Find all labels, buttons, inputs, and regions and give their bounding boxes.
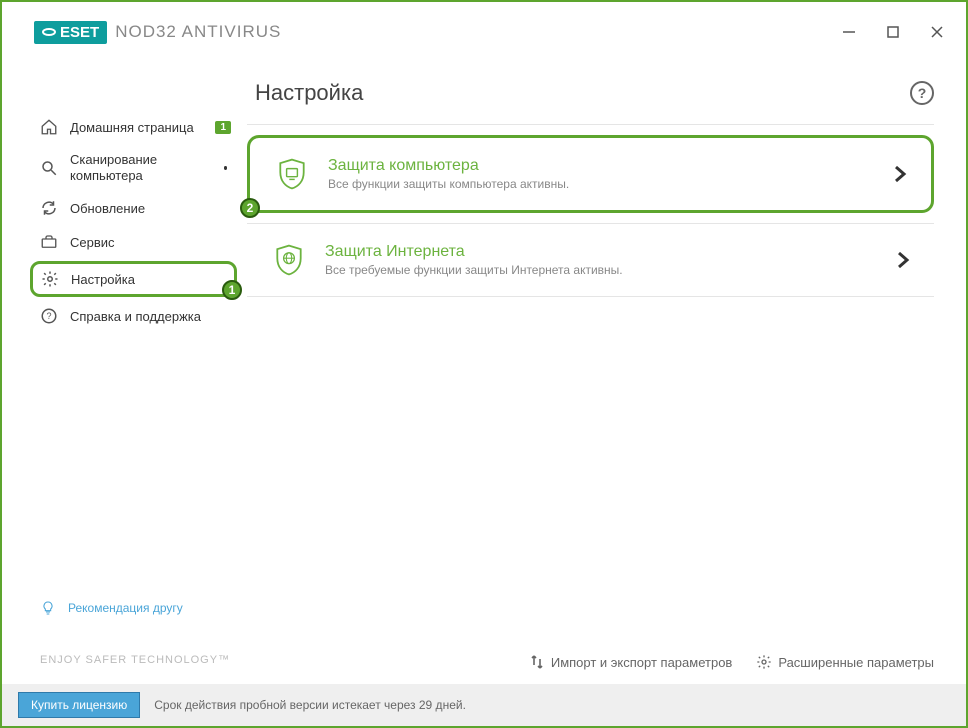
statusbar: Купить лицензию Срок действия пробной ве… xyxy=(2,684,966,726)
sidebar-item-tools[interactable]: Сервис xyxy=(2,225,247,259)
svg-text:?: ? xyxy=(46,311,51,321)
card-title: Защита Интернета xyxy=(325,243,896,261)
import-export-button[interactable]: Импорт и экспорт параметров xyxy=(529,654,732,670)
notification-badge: 1 xyxy=(215,121,231,134)
gear-icon xyxy=(41,270,59,288)
toolbox-icon xyxy=(40,233,58,251)
card-subtitle: Все требуемые функции защиты Интернета а… xyxy=(325,263,896,277)
step-marker-1: 1 xyxy=(222,280,242,300)
page-title: Настройка xyxy=(255,80,363,106)
footer-actions: Импорт и экспорт параметров Расширенные … xyxy=(247,640,934,684)
sidebar-item-label: Обновление xyxy=(70,201,145,216)
question-circle-icon: ? xyxy=(40,307,58,325)
advanced-settings-button[interactable]: Расширенные параметры xyxy=(756,654,934,670)
help-button[interactable]: ? xyxy=(910,81,934,105)
card-subtitle: Все функции защиты компьютера активны. xyxy=(328,177,893,191)
window-controls xyxy=(840,23,956,41)
card-texts: Защита Интернета Все требуемые функции з… xyxy=(325,243,896,277)
sidebar-item-home[interactable]: Домашняя страница 1 xyxy=(2,110,247,144)
card-title: Защита компьютера xyxy=(328,157,893,175)
card-computer-protection[interactable]: Защита компьютера Все функции защиты ком… xyxy=(247,135,934,213)
trial-status: Срок действия пробной версии истекает че… xyxy=(154,698,466,712)
recommend-label: Рекомендация другу xyxy=(68,601,183,615)
eye-icon xyxy=(42,28,56,36)
sidebar-item-label: Домашняя страница xyxy=(70,120,194,135)
lightbulb-icon xyxy=(40,600,56,616)
gear-icon xyxy=(756,654,772,670)
maximize-button[interactable] xyxy=(884,23,902,41)
card-internet-protection[interactable]: Защита Интернета Все требуемые функции з… xyxy=(247,224,934,296)
close-button[interactable] xyxy=(928,23,946,41)
brand-badge: ESET xyxy=(34,21,107,44)
sidebar-item-setup[interactable]: Настройка 1 xyxy=(30,261,237,297)
shield-monitor-icon xyxy=(274,156,310,192)
step-marker-2: 2 xyxy=(240,198,260,218)
sidebar-item-label: Справка и поддержка xyxy=(70,309,201,324)
refresh-icon xyxy=(40,199,58,217)
titlebar: ESET NOD32 ANTIVIRUS xyxy=(2,2,966,62)
app-body: Домашняя страница 1 Сканирование компьют… xyxy=(2,62,966,684)
chevron-right-icon xyxy=(893,164,915,184)
card-texts: Защита компьютера Все функции защиты ком… xyxy=(328,157,893,191)
sidebar-item-label: Настройка xyxy=(71,272,135,287)
import-export-label: Импорт и экспорт параметров xyxy=(551,655,732,670)
product-name: NOD32 ANTIVIRUS xyxy=(115,22,281,42)
brand-text: ESET xyxy=(60,24,99,41)
advanced-label: Расширенные параметры xyxy=(778,655,934,670)
main-header: Настройка ? xyxy=(247,62,934,124)
logo: ESET NOD32 ANTIVIRUS xyxy=(34,21,281,44)
sidebar-item-label: Сканирование компьютера xyxy=(70,152,212,183)
buy-license-button[interactable]: Купить лицензию xyxy=(18,692,140,718)
tagline: ENJOY SAFER TECHNOLOGY™ xyxy=(2,636,247,684)
sidebar-item-help[interactable]: ? Справка и поддержка xyxy=(2,299,247,333)
app-window: ESET NOD32 ANTIVIRUS Домашняя страница xyxy=(0,0,968,728)
sidebar-item-scan[interactable]: Сканирование компьютера xyxy=(2,144,247,191)
main-panel: Настройка ? Защита компьютера Все функци… xyxy=(247,62,966,684)
recommend-link[interactable]: Рекомендация другу xyxy=(2,588,247,636)
chevron-right-icon xyxy=(896,250,918,270)
sidebar-item-update[interactable]: Обновление xyxy=(2,191,247,225)
sidebar-item-label: Сервис xyxy=(70,235,115,250)
activity-dot-icon xyxy=(224,166,227,170)
search-icon xyxy=(40,159,58,177)
home-icon xyxy=(40,118,58,136)
sidebar: Домашняя страница 1 Сканирование компьют… xyxy=(2,62,247,684)
divider xyxy=(247,124,934,125)
shield-globe-icon xyxy=(271,242,307,278)
import-export-icon xyxy=(529,654,545,670)
minimize-button[interactable] xyxy=(840,23,858,41)
